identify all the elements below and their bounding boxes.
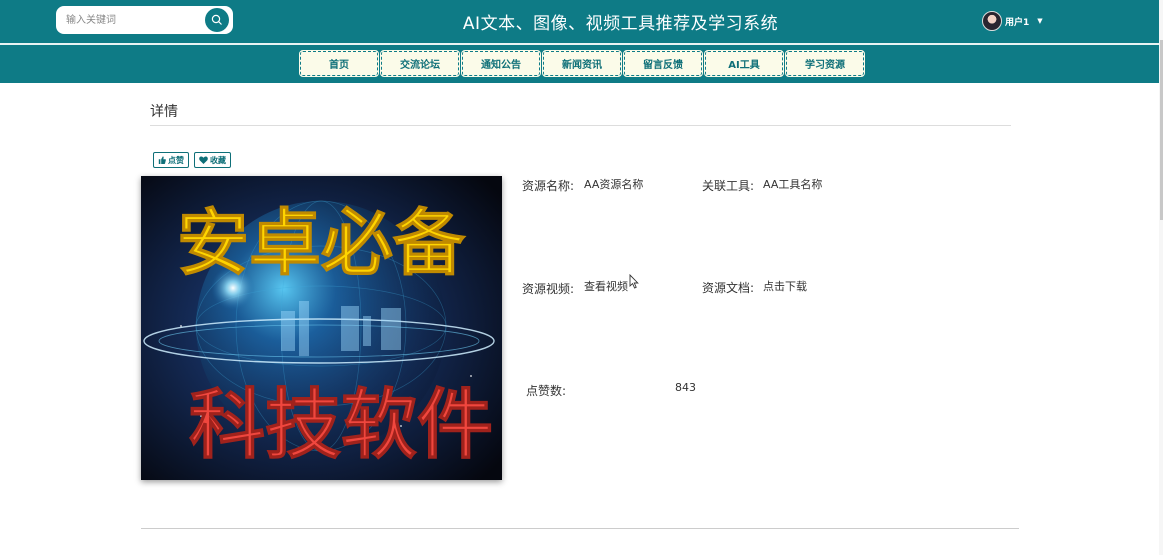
download-link[interactable]: 点击下载 [763, 278, 807, 294]
video-label: 资源视频: [522, 282, 575, 296]
nav-bar: 首页 交流论坛 通知公告 新闻资讯 留言反馈 AI工具 学习资源 [0, 45, 1163, 83]
view-video-link[interactable]: 查看视频 [584, 278, 628, 294]
like-button[interactable]: 点赞 [153, 152, 189, 168]
likes-count: 843 [675, 381, 696, 394]
top-header: AI文本、图像、视频工具推荐及学习系统 用户1 ▼ [0, 0, 1163, 43]
caret-down-icon: ▼ [1037, 17, 1043, 25]
resource-name-value: AA资源名称 [584, 178, 644, 191]
resource-name-label: 资源名称: [522, 179, 575, 193]
favorite-label: 收藏 [210, 155, 226, 165]
nav-item-ai-tools[interactable]: AI工具 [704, 50, 784, 77]
document-label: 资源文档: [702, 281, 755, 295]
bottom-divider [141, 528, 1019, 529]
cover-artwork: 安卓必备 科技软件 [141, 176, 502, 480]
cover-text-bottom: 科技软件 [189, 380, 493, 469]
favorite-button[interactable]: 收藏 [194, 152, 231, 168]
nav-menu: 首页 交流论坛 通知公告 新闻资讯 留言反馈 AI工具 学习资源 [299, 50, 865, 77]
nav-item-forum[interactable]: 交流论坛 [380, 50, 460, 77]
heading-divider [150, 125, 1011, 126]
nav-item-notices[interactable]: 通知公告 [461, 50, 541, 77]
nav-item-feedback[interactable]: 留言反馈 [623, 50, 703, 77]
related-tool-label: 关联工具: [702, 179, 755, 193]
mouse-cursor-icon [629, 274, 639, 289]
resource-cover-image: 安卓必备 科技软件 [141, 176, 502, 480]
nav-item-news[interactable]: 新闻资讯 [542, 50, 622, 77]
like-label: 点赞 [168, 155, 184, 165]
thumbs-up-icon [158, 156, 166, 164]
cover-text-top: 安卓必备 [177, 201, 466, 285]
related-tool-value: AA工具名称 [763, 178, 823, 191]
avatar [982, 11, 1002, 31]
page-title: 详情 [150, 104, 178, 120]
likes-label: 点赞数: [526, 384, 567, 398]
user-name: 用户1 [1005, 17, 1030, 28]
action-buttons: 点赞 收藏 [153, 152, 231, 168]
nav-item-home[interactable]: 首页 [299, 50, 379, 77]
nav-item-resources[interactable]: 学习资源 [785, 50, 865, 77]
heart-icon [199, 156, 208, 164]
user-menu[interactable]: 用户1 ▼ [982, 11, 1043, 31]
